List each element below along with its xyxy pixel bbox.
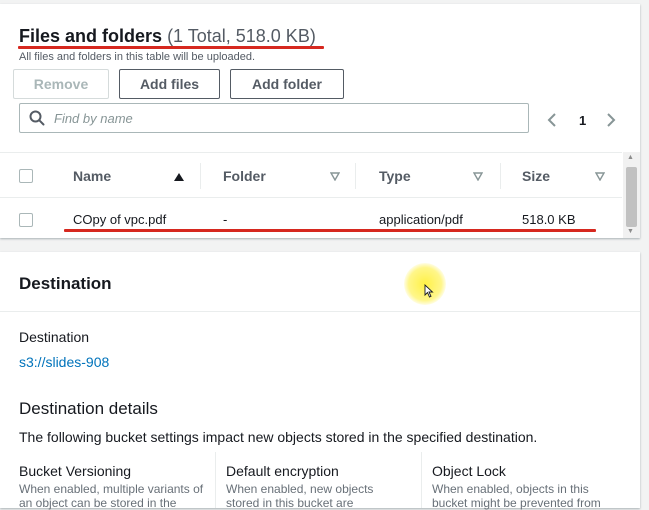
scroll-up-arrow-icon[interactable]: ▲ [627, 154, 634, 161]
files-title: Files and folders (1 Total, 518.0 KB) [19, 26, 316, 47]
column-header-folder[interactable]: Folder [223, 168, 266, 184]
cell-type: application/pdf [379, 212, 463, 227]
mouse-cursor-icon [424, 284, 434, 298]
object-lock-title: Object Lock [432, 463, 506, 479]
search-placeholder: Find by name [54, 111, 133, 126]
sort-ascending-icon[interactable] [173, 172, 185, 182]
table-header: Name Folder Type Size [0, 152, 622, 198]
bucket-versioning-title: Bucket Versioning [19, 463, 132, 479]
card-separator [421, 452, 422, 508]
select-all-checkbox[interactable] [19, 169, 33, 183]
destination-title: Destination [19, 274, 112, 293]
destination-details-title: Destination details [19, 399, 158, 418]
annotation-underline-row [64, 229, 596, 232]
sort-icon[interactable] [595, 172, 605, 181]
scroll-down-arrow-icon[interactable]: ▼ [627, 228, 634, 235]
table-row[interactable]: COpy of vpc.pdf - application/pdf 518.0 … [0, 199, 622, 239]
sort-icon[interactable] [330, 172, 340, 181]
chevron-right-icon[interactable] [605, 112, 617, 128]
scrollbar-thumb[interactable] [626, 167, 637, 227]
files-count: (1 Total, 518.0 KB) [167, 26, 316, 46]
annotation-underline-title [18, 46, 324, 49]
cell-folder: - [223, 212, 228, 227]
column-separator [355, 163, 356, 189]
column-separator [200, 163, 201, 189]
object-lock-desc: When enabled, objects in this bucket mig… [432, 482, 601, 510]
card-separator [215, 452, 216, 508]
row-checkbox[interactable] [19, 213, 33, 227]
pagination-current-page[interactable]: 1 [579, 113, 586, 128]
cell-size: 518.0 KB [522, 212, 576, 227]
bucket-versioning-desc: When enabled, multiple variants of an ob… [19, 482, 204, 510]
cell-name: COpy of vpc.pdf [73, 212, 167, 227]
default-encryption-desc: When enabled, new objects stored in this… [226, 482, 374, 510]
remove-button[interactable]: Remove [13, 69, 109, 99]
default-encryption-title: Default encryption [226, 463, 339, 479]
add-folder-button[interactable]: Add folder [230, 69, 344, 99]
column-separator [500, 163, 501, 189]
destination-header: Destination [0, 252, 640, 312]
sort-icon[interactable] [473, 172, 483, 181]
destination-panel: Destination Destination s3://slides-908 … [0, 252, 640, 510]
search-icon [29, 110, 45, 126]
search-input[interactable]: Find by name [19, 103, 529, 133]
files-and-folders-panel: Files and folders (1 Total, 518.0 KB) Al… [0, 4, 640, 238]
destination-label: Destination [19, 329, 90, 345]
column-header-size[interactable]: Size [522, 168, 550, 184]
destination-link[interactable]: s3://slides-908 [19, 354, 109, 370]
files-title-text: Files and folders [19, 26, 163, 46]
chevron-left-icon[interactable] [546, 112, 558, 128]
add-files-button[interactable]: Add files [119, 69, 220, 99]
destination-details-description: The following bucket settings impact new… [19, 429, 538, 445]
column-header-type[interactable]: Type [379, 168, 411, 184]
files-subtitle: All files and folders in this table will… [19, 51, 256, 63]
column-header-name[interactable]: Name [73, 168, 111, 184]
